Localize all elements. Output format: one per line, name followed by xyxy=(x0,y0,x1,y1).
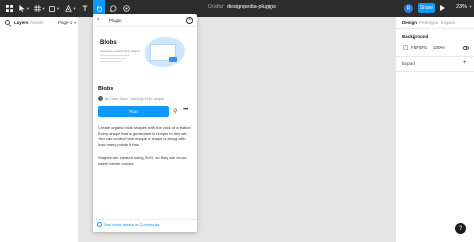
search-icon[interactable] xyxy=(5,20,10,25)
plugin-cover: Blobs Generate organic blob shapes xyxy=(95,31,195,89)
pen-icon[interactable]: ▼ xyxy=(64,0,77,17)
plugin-name: Blobs xyxy=(98,86,114,92)
plugin-description: Create organic blob shapes with the clic… xyxy=(98,125,192,147)
author-row: By Ozan Tokol · Used by 331K people xyxy=(98,95,193,103)
run-button[interactable]: Run xyxy=(98,106,169,117)
tab-layers[interactable]: Layers xyxy=(14,20,29,25)
breadcrumb-drafts[interactable]: Drafts xyxy=(208,4,223,10)
tab-prototype[interactable]: Prototype xyxy=(419,20,438,25)
background-label: Background xyxy=(402,34,429,39)
tab-inspect[interactable]: Inspect xyxy=(441,20,456,25)
tab-assets[interactable]: Assets xyxy=(30,20,44,25)
link-icon[interactable]: ⚲ xyxy=(173,108,177,115)
frame-icon[interactable]: ▼ xyxy=(33,0,46,17)
page-select-label: Page 1 xyxy=(58,20,73,25)
divider xyxy=(396,28,474,29)
chevron-down-icon: ▼ xyxy=(468,4,473,9)
share-button[interactable]: Share xyxy=(418,3,435,13)
more-icon[interactable]: ••• xyxy=(183,107,188,113)
avatar[interactable]: R xyxy=(404,4,413,13)
community-link[interactable]: See more details in Community xyxy=(104,222,160,227)
tab-design[interactable]: Design xyxy=(402,20,417,25)
plugin-description: Shapes are created using SVG, so they ar… xyxy=(98,155,188,166)
plugin-header-title: Plugin xyxy=(109,18,122,23)
plugin-header: ‹ Plugin × xyxy=(93,14,197,27)
plugin-window: ‹ Plugin × Blobs Generate organic blob s… xyxy=(93,14,197,232)
background-swatch[interactable] xyxy=(403,45,408,50)
divider xyxy=(396,71,474,72)
cover-subtitle: Generate organic blob shapes xyxy=(100,49,141,53)
export-label: Export xyxy=(402,61,416,66)
cover-decoration xyxy=(100,58,126,59)
card-button-illustration xyxy=(169,57,177,62)
play-icon[interactable] xyxy=(440,5,445,11)
move-icon[interactable]: ▼ xyxy=(18,0,31,17)
text-icon[interactable] xyxy=(80,0,90,17)
back-arrow-icon[interactable]: ‹ xyxy=(97,16,99,23)
divider xyxy=(93,219,197,220)
shape-icon[interactable]: ▼ xyxy=(48,0,61,17)
breadcrumb-separator: / xyxy=(222,4,224,10)
background-opacity[interactable]: 100% xyxy=(433,45,445,50)
figma-menu-icon[interactable] xyxy=(3,0,15,17)
author-line: By Ozan Tokol · Used by 331K people xyxy=(105,96,165,101)
chevron-down-icon[interactable]: ▼ xyxy=(269,6,273,11)
divider xyxy=(396,56,474,57)
community-icon[interactable] xyxy=(97,222,102,227)
layers-panel: Layers Assets Page 1 ▼ xyxy=(0,17,79,242)
close-icon[interactable]: × xyxy=(186,17,193,24)
plus-icon[interactable]: + xyxy=(463,60,467,66)
background-hex[interactable]: F5F5F5 xyxy=(411,45,427,50)
chevron-down-icon: ▼ xyxy=(73,21,77,25)
zoom-value: 23% xyxy=(456,4,468,10)
cover-decoration xyxy=(100,55,130,56)
toolbar: ▼ ▼ ▼ ▼ Drafts / designpedia-plugins ▼ R… xyxy=(0,0,474,17)
cover-decoration xyxy=(100,61,122,62)
page-select[interactable]: Page 1 ▼ xyxy=(58,20,77,25)
zoom-control[interactable]: 23% ▼ xyxy=(456,4,473,10)
eye-icon[interactable] xyxy=(463,46,469,50)
cover-title: Blobs xyxy=(100,40,117,46)
properties-panel: Design Prototype Inspect Background F5F5… xyxy=(395,17,474,242)
help-button[interactable]: ? xyxy=(455,223,466,234)
author-avatar[interactable] xyxy=(98,96,103,101)
